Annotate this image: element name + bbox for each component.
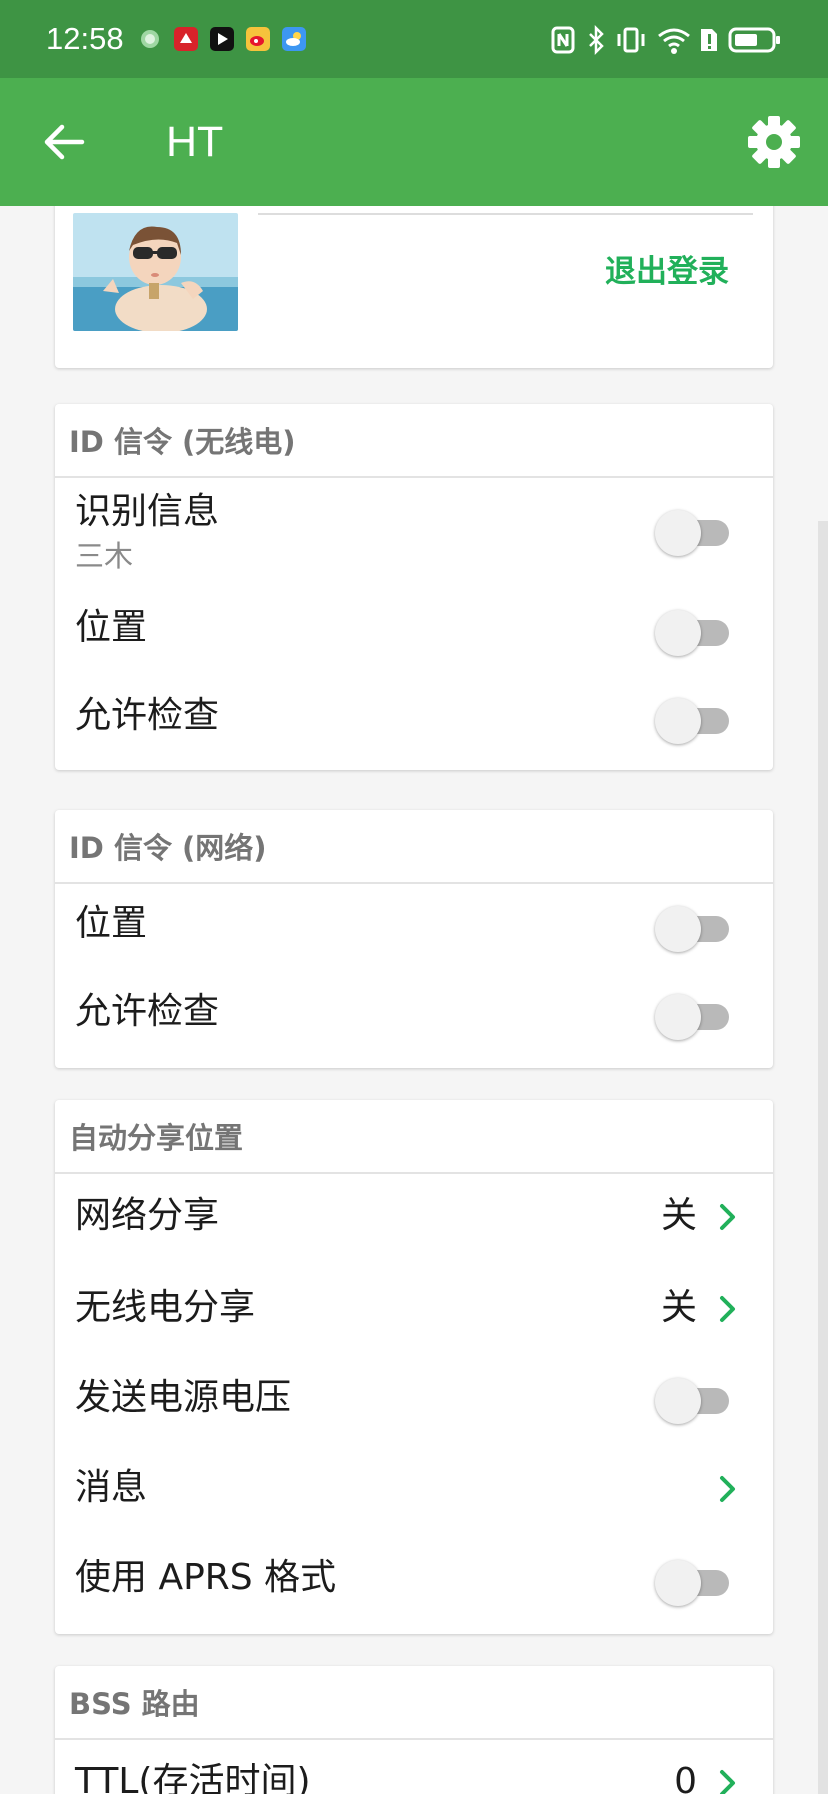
sim-alert-icon [698,24,720,60]
row-label: 位置 [75,903,148,944]
row-label: 使用 APRS 格式 [75,1557,337,1598]
weibo-icon [246,27,270,51]
row-subtitle: 三木 [75,539,134,573]
message-row[interactable]: 消息 [55,1448,773,1536]
radio-location-row[interactable]: 位置 [55,588,773,678]
row-label: 识别信息 [75,491,220,532]
identity-info-toggle[interactable] [655,508,729,556]
radio-id-header: ID 信令 (无线电) [55,404,773,478]
radio-location-toggle[interactable] [655,608,729,656]
bluetooth-icon [586,24,606,60]
network-location-toggle[interactable] [655,904,729,952]
toggle-thumb [655,1560,701,1606]
page-title: HT [166,118,224,166]
identity-info-row[interactable]: 识别信息 三木 [55,478,773,588]
network-id-card: ID 信令 (网络) 位置 允许检查 [55,810,773,1068]
back-button[interactable] [38,114,94,170]
settings-button[interactable] [744,112,804,172]
network-allow-check-row[interactable]: 允许检查 [55,974,773,1064]
chevron-right-icon [720,1476,735,1502]
send-voltage-row[interactable]: 发送电源电压 [55,1356,773,1448]
row-label: 网络分享 [75,1195,220,1236]
section-title: BSS 路由 [69,1687,200,1721]
radio-allow-check-row[interactable]: 允许检查 [55,678,773,768]
send-voltage-toggle[interactable] [655,1376,729,1424]
toggle-thumb [655,610,701,656]
bss-routing-header: BSS 路由 [55,1666,773,1740]
gear-icon [748,116,800,168]
huawei-icon [174,27,198,51]
scrollbar[interactable] [818,521,828,1794]
arrow-left-icon [44,124,85,160]
ttl-row[interactable]: TTL(存活时间) 0 [55,1740,773,1794]
settings-content[interactable]: 退出登录 ID 信令 (无线电) 识别信息 三木 位置 允许检查 ID 信令 (… [0,206,828,1794]
radio-id-card: ID 信令 (无线电) 识别信息 三木 位置 允许检查 [55,404,773,770]
radio-share-row[interactable]: 无线电分享 关 [55,1266,773,1356]
account-divider [258,213,753,215]
chevron-right-icon [720,1770,735,1794]
chevron-right-icon [720,1296,735,1322]
chevron-right-icon [720,1204,735,1230]
toggle-thumb [655,1378,701,1424]
status-bar: 12:58 [0,0,828,78]
toggle-thumb [655,994,701,1040]
row-label: 消息 [75,1467,148,1508]
toggle-thumb [655,510,701,556]
app-bar: HT [0,78,828,206]
auto-share-card: 自动分享位置 网络分享 关 无线电分享 关 发送电源电压 消息 使用 APRS … [55,1100,773,1634]
circle-notification-icon [138,27,162,51]
avatar[interactable] [73,213,238,331]
weather-icon [282,27,306,51]
aprs-format-row[interactable]: 使用 APRS 格式 [55,1536,773,1630]
row-label: 无线电分享 [75,1287,256,1328]
toggle-thumb [655,698,701,744]
logout-button[interactable]: 退出登录 [605,252,729,292]
section-title: 自动分享位置 [69,1121,244,1155]
network-share-row[interactable]: 网络分享 关 [55,1174,773,1266]
nfc-icon [550,24,576,60]
vibrate-icon [616,24,646,60]
account-card: 退出登录 [55,206,773,368]
row-value: 关 [660,1195,697,1236]
section-title: ID 信令 (网络) [69,831,267,865]
wifi-icon [656,24,692,60]
network-allow-check-toggle[interactable] [655,992,729,1040]
row-label: 发送电源电压 [75,1377,292,1418]
auto-share-header: 自动分享位置 [55,1100,773,1174]
row-label: 允许检查 [75,695,220,736]
network-id-header: ID 信令 (网络) [55,810,773,884]
row-value: 关 [660,1287,697,1328]
section-title: ID 信令 (无线电) [69,425,296,459]
row-label: 允许检查 [75,991,220,1032]
row-label: TTL(存活时间) [75,1761,311,1794]
row-value: 0 [674,1761,697,1794]
aprs-format-toggle[interactable] [655,1558,729,1606]
status-time: 12:58 [46,21,124,56]
row-label: 位置 [75,607,148,648]
battery-icon [728,24,782,60]
network-location-row[interactable]: 位置 [55,884,773,974]
toggle-thumb [655,906,701,952]
video-app-icon [210,27,234,51]
radio-allow-check-toggle[interactable] [655,696,729,744]
bss-routing-card: BSS 路由 TTL(存活时间) 0 [55,1666,773,1794]
